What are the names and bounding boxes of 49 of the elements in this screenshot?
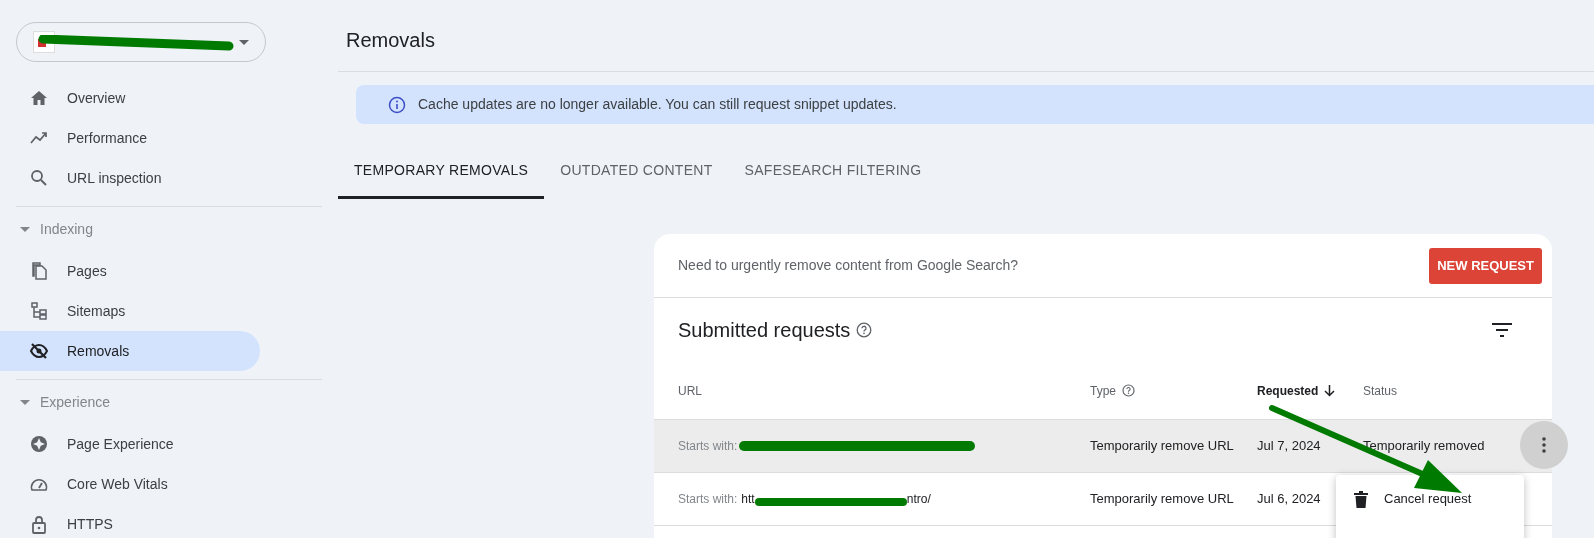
- prompt-text: Need to urgently remove content from Google Search?: [678, 256, 1020, 275]
- url-prefix: Starts with:: [678, 438, 738, 455]
- type-cell: Temporarily remove URL: [1090, 438, 1234, 454]
- menu-item[interactable]: Cancel request: [1336, 477, 1524, 521]
- expand-caret-icon: [20, 399, 30, 405]
- sidebar-item[interactable]: Removals: [0, 331, 260, 371]
- url-text: htt: [741, 491, 755, 508]
- status-cell: Temporarily removed: [1363, 438, 1485, 454]
- sidebar-item[interactable]: Overview: [0, 78, 260, 118]
- url-prefix: Starts with:: [678, 491, 738, 508]
- pages-icon: [29, 261, 49, 281]
- badge-icon: [29, 434, 49, 454]
- search-icon: [29, 168, 49, 188]
- sidebar-item[interactable]: Page Experience: [0, 424, 260, 464]
- info-icon: [388, 95, 406, 114]
- expand-caret-icon: [20, 226, 30, 232]
- eye-off-icon: [29, 341, 49, 361]
- sidebar-item[interactable]: Performance: [0, 118, 260, 158]
- column-header: Type: [1090, 382, 1116, 400]
- column-header[interactable]: Requested: [1257, 381, 1319, 400]
- page-title: Removals: [346, 27, 435, 53]
- help-icon: [1122, 384, 1135, 397]
- type-cell: Temporarily remove URL: [1090, 491, 1234, 507]
- sidebar-item[interactable]: URL inspection: [0, 158, 260, 198]
- date-cell: Jul 7, 2024: [1257, 438, 1321, 454]
- filter-icon[interactable]: [1492, 323, 1512, 337]
- sidebar-item[interactable]: Sitemaps: [0, 291, 260, 331]
- new-request-button[interactable]: NEW REQUEST: [1429, 247, 1542, 284]
- home-icon: [29, 88, 49, 108]
- url-text: ntro/: [906, 491, 931, 508]
- banner-text: Cache updates are no longer available. You can still request snippet updates.: [418, 95, 897, 114]
- date-cell: Jul 6, 2024: [1257, 491, 1321, 507]
- trash-icon: [1354, 490, 1368, 508]
- sitemap-icon: [29, 301, 49, 321]
- more-vert-icon: [1542, 437, 1546, 453]
- column-header: Status: [1363, 382, 1398, 400]
- column-header: URL: [678, 382, 702, 400]
- dropdown-caret-icon: [239, 39, 249, 45]
- tab[interactable]: TEMPORARY REMOVALS: [338, 144, 545, 199]
- card-title: Submitted requests: [678, 318, 851, 343]
- sidebar-item[interactable]: Core Web Vitals: [0, 464, 260, 504]
- tab[interactable]: OUTDATED CONTENT: [544, 144, 729, 199]
- tab[interactable]: SAFESEARCH FILTERING: [728, 144, 938, 199]
- table-row[interactable]: Starts with: Temporarily remove URL Jul 7, 2024 Temporarily removed: [654, 420, 1552, 473]
- sort-down-icon: [1324, 384, 1336, 397]
- lock-icon: [29, 514, 49, 534]
- sidebar-item[interactable]: HTTPS: [0, 504, 260, 538]
- sidebar-item[interactable]: Pages: [0, 251, 260, 291]
- help-icon: [856, 322, 873, 338]
